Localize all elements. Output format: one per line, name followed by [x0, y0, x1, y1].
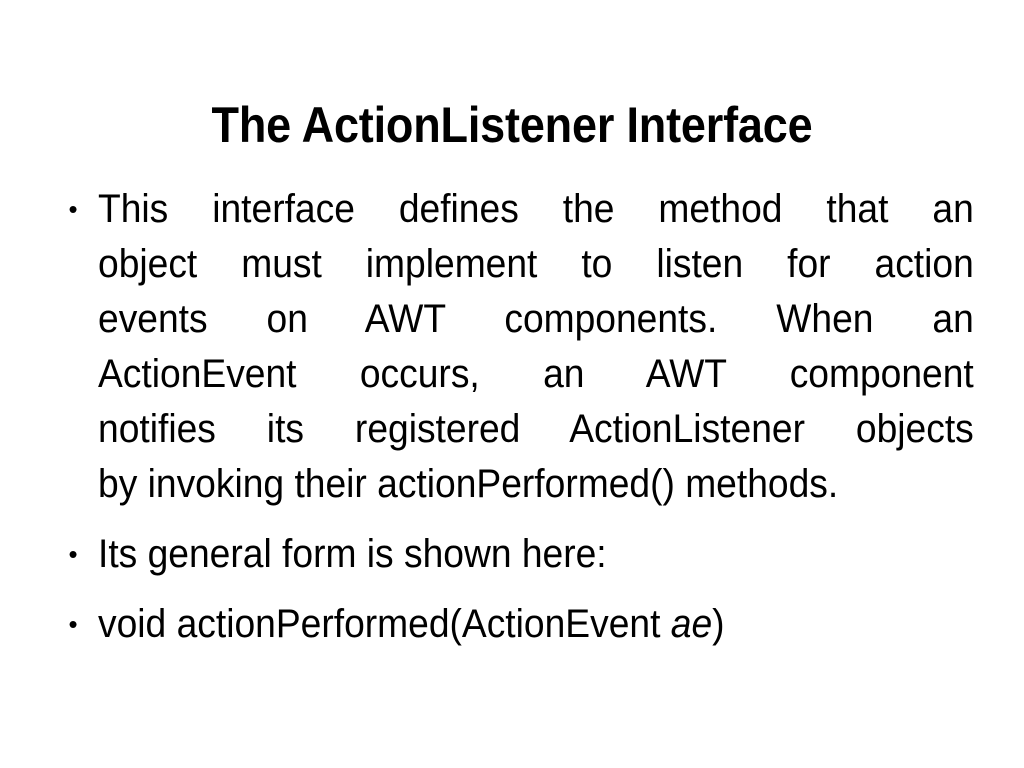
- text-line: void actionPerformed(ActionEvent ae): [98, 597, 974, 652]
- signature-parameter: ae: [670, 602, 713, 646]
- slide: The ActionListener Interface • This inte…: [0, 0, 1024, 768]
- bullet-dot-icon: •: [68, 539, 78, 569]
- bullet-dot-icon: •: [68, 609, 78, 639]
- text-line: events on AWT components. When an: [98, 297, 974, 341]
- method-signature: void actionPerformed(ActionEvent ae): [98, 597, 974, 652]
- list-item-text: This interface defines the method that a…: [98, 182, 974, 512]
- text-line: Its general form is shown here:: [98, 532, 607, 576]
- text-line: notifies its registered ActionListener o…: [98, 407, 974, 451]
- signature-prefix: void actionPerformed(ActionEvent: [98, 602, 671, 646]
- text-line: object must implement to listen for acti…: [98, 242, 974, 286]
- signature-suffix: ): [712, 602, 725, 646]
- list-item: • This interface defines the method that…: [58, 182, 974, 512]
- text-line: This interface defines the method that a…: [98, 187, 974, 231]
- list-item-text: Its general form is shown here:: [98, 527, 974, 582]
- bullet-dot-icon: •: [68, 194, 78, 224]
- page-title: The ActionListener Interface: [211, 96, 813, 153]
- list-item: • Its general form is shown here:: [58, 527, 974, 582]
- list-item: • void actionPerformed(ActionEvent ae): [58, 597, 974, 652]
- text-line: by invoking their actionPerformed() meth…: [98, 462, 839, 506]
- text-line: ActionEvent occurs, an AWT component: [98, 352, 974, 396]
- bullet-list: • This interface defines the method that…: [58, 182, 974, 652]
